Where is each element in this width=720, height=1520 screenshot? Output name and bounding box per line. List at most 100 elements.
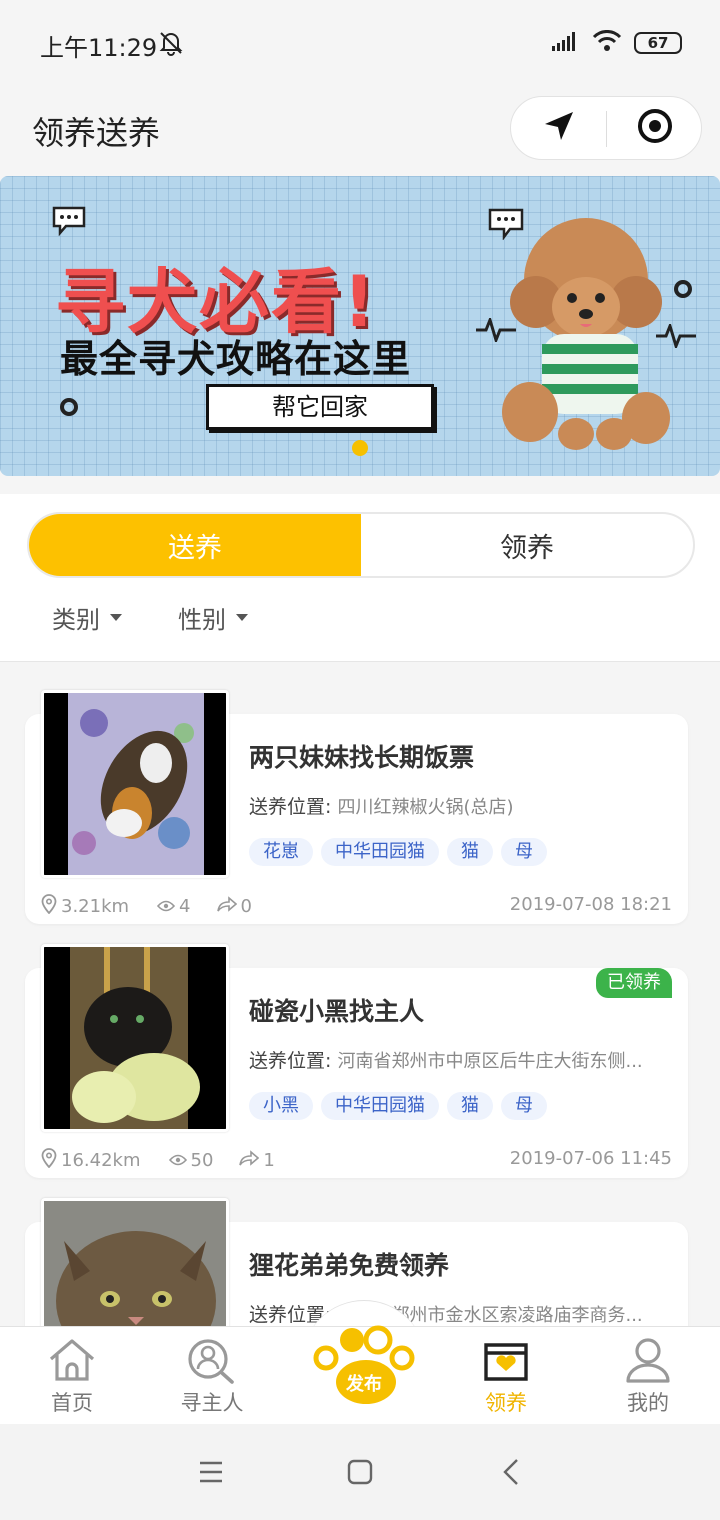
post-card[interactable]: 两只妹妹找长期饭票 送养位置: 四川红辣椒火锅(总店) 花崽 中华田园猫 猫 母… [25,690,688,924]
tag-list: 小黑 中华田园猫 猫 母 [249,1092,547,1120]
home-icon [47,1337,97,1387]
decor-ring [674,280,692,298]
location-colon: : [325,796,338,818]
location-value: 四川红辣椒火锅(总店) [337,797,514,818]
tab-adopt[interactable]: 领养 [436,1327,576,1425]
banner-bubble: 帮它回家 [206,384,434,430]
mini-program-capsule [510,96,702,160]
header: 领养送养 [0,86,720,176]
location-value: 河南省郑州市中原区后牛庄大街东侧... [337,1051,643,1072]
close-program-button[interactable] [607,97,703,159]
publish-label: 发布 [346,1374,382,1395]
post-location: 送养位置: 四川红辣椒火锅(总店) [249,792,669,819]
views-count: 50 [190,1150,214,1171]
adopt-box-icon [482,1337,530,1387]
tag-list: 花崽 中华田园猫 猫 母 [249,838,547,866]
segment-give-away[interactable]: 送养 [29,514,361,576]
segment-adopt[interactable]: 领养 [361,514,693,576]
caret-down-icon [236,614,248,621]
promo-banner[interactable]: 寻犬必看! 最全寻犬攻略在这里 帮它回家 [0,176,720,476]
location-pin-icon [41,894,57,919]
find-owner-icon [186,1337,238,1389]
target-icon [636,107,674,149]
filter-row: 类别 性别 [52,600,248,635]
back-chevron-icon[interactable] [502,1458,520,1490]
battery-indicator: 67 [634,32,682,54]
share-icon [216,896,237,917]
share-icon [239,1150,260,1171]
tab-adopt-label: 领养 [485,1391,527,1415]
tag: 小黑 [249,1092,313,1120]
post-date: 2019-07-06 11:45 [509,1148,672,1169]
tab-find-owner[interactable]: 寻主人 [142,1327,282,1425]
eye-icon [168,1150,187,1171]
distance-value: 3.21km [61,896,130,917]
status-bar: 上午11:29 67 [0,0,720,86]
tab-mine-label: 我的 [627,1391,669,1415]
menu-icon[interactable] [198,1460,224,1488]
post-date: 2019-07-08 18:21 [509,894,672,915]
tab-mine[interactable]: 我的 [578,1327,718,1425]
filter-gender[interactable]: 性别 [178,600,248,635]
caret-down-icon [110,614,122,621]
filter-gender-label: 性别 [178,606,226,634]
tag: 花崽 [249,838,313,866]
location-label: 送养位置 [249,1050,326,1072]
location-label: 送养位置 [249,796,326,818]
navigation-arrow-icon [542,109,576,147]
tab-home-label: 首页 [51,1391,93,1415]
views-count: 4 [179,896,191,917]
alarm-off-icon [158,30,184,60]
location-button[interactable] [511,97,607,159]
distance: 3.21km [41,894,129,919]
location-pin-icon [41,1148,57,1173]
shares-count: 0 [240,896,252,917]
filter-category-label: 类别 [52,606,100,634]
distance-value: 16.42km [61,1150,141,1171]
views: 50 [168,1150,214,1171]
tab-home[interactable]: 首页 [2,1327,142,1425]
eye-icon [156,896,176,917]
tab-find-owner-label: 寻主人 [180,1391,244,1415]
filter-panel: 送养 领养 类别 性别 [0,494,720,662]
page-title: 领养送养 [32,114,161,152]
shares[interactable]: 0 [216,896,252,917]
poodle-dog-image [496,212,676,452]
filter-category[interactable]: 类别 [52,600,122,635]
adopted-badge: 已领养 [596,968,672,998]
post-meta: 3.21km 4 0 [41,894,252,919]
tag: 母 [501,1092,547,1120]
post-photo [41,944,229,1132]
location-colon: : [325,1050,338,1072]
system-nav-bar [0,1424,720,1520]
status-time: 上午11:29 [40,34,158,62]
tag: 中华田园猫 [321,838,439,866]
views: 4 [156,896,191,917]
segmented-control: 送养 领养 [27,512,695,578]
post-title: 碰瓷小黑找主人 [249,997,425,1026]
post-location: 送养位置: 河南省郑州市中原区后牛庄大街东侧... [249,1046,669,1073]
post-card[interactable]: 已领养 碰瓷小黑找主人 送养位置: 河南省郑州市中原区后牛庄大街东侧... 小黑… [25,944,688,1178]
tag: 母 [501,838,547,866]
shares-count: 1 [263,1150,275,1171]
publish-button[interactable]: 发布 [312,1322,416,1406]
user-icon [624,1337,672,1387]
tag: 猫 [447,838,493,866]
chat-bubble-icon [52,206,86,240]
shares[interactable]: 1 [239,1150,275,1171]
post-meta: 16.42km 50 1 [41,1148,275,1173]
carousel-indicator [352,440,368,456]
wifi-icon [592,30,622,56]
home-square-icon[interactable] [347,1459,373,1489]
banner-subline: 最全寻犬攻略在这里 [60,337,412,381]
post-title: 狸花弟弟免费领养 [249,1251,450,1280]
post-photo [41,1198,229,1328]
tag: 中华田园猫 [321,1092,439,1120]
post-list: 两只妹妹找长期饭票 送养位置: 四川红辣椒火锅(总店) 花崽 中华田园猫 猫 母… [0,664,720,1328]
distance: 16.42km [41,1148,141,1173]
post-title: 两只妹妹找长期饭票 [249,743,475,772]
post-photo [41,690,229,878]
decor-ring [60,398,78,416]
signal-icon [552,31,580,55]
tag: 猫 [447,1092,493,1120]
